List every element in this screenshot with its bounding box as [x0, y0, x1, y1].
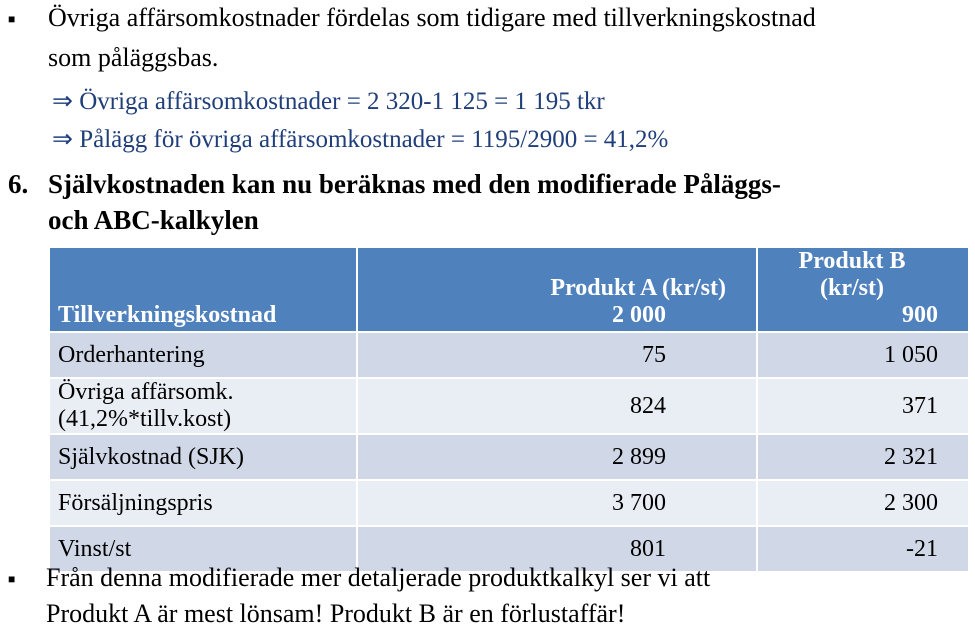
header-label: Tillverkningskostnad — [50, 248, 358, 333]
col-a-title: Produkt A (kr/st) — [550, 275, 726, 301]
col-b-title: Produkt B (kr/st) — [798, 248, 906, 301]
row-label: Övriga affärsomk. (41,2%*tillv.kost) — [50, 378, 358, 435]
bullet-icon: ■ — [8, 12, 16, 26]
bullet2-line2: Produkt A är mest lönsam! Produkt B är e… — [46, 599, 626, 628]
product-b-value: 2 300 — [757, 480, 970, 527]
table-row: Övriga affärsomk. (41,2%*tillv.kost) 824 3… — [50, 378, 970, 435]
cost-table: Tillverkningskostnad Produkt A (kr/st) 2 … — [50, 248, 970, 573]
col-b-value: 900 — [902, 302, 938, 328]
product-b-value: 371 — [757, 378, 970, 435]
table-row: Orderhantering 75 1 050 — [50, 332, 970, 379]
arrow-line-1: ⇒ Övriga affärsomkostnader = 2 320-1 125… — [52, 88, 605, 115]
table-header: Tillverkningskostnad Produkt A (kr/st) 2 … — [50, 248, 970, 333]
product-b-value: 2 321 — [757, 434, 970, 481]
heading-line2: och ABC-kalkylen — [48, 205, 259, 235]
bullet-icon: ■ — [8, 572, 16, 586]
heading-number: 6. — [8, 169, 29, 199]
product-b-value: 1 050 — [757, 332, 970, 379]
header-product-b: Produkt B (kr/st) 900 — [757, 248, 970, 333]
arrow-line-2: ⇒ Pålägg för övriga affärsomkostnader = … — [52, 126, 669, 153]
header-product-a: Produkt A (kr/st) 2 000 — [357, 248, 758, 333]
table-row: Självkostnad (SJK) 2 899 2 321 — [50, 434, 970, 481]
product-a-value: 3 700 — [357, 480, 758, 527]
bullet2-line1: Från denna modifierade mer detaljerade p… — [46, 563, 711, 592]
row-label: Orderhantering — [50, 332, 358, 379]
bullet1-line1: Övriga affärsomkostnader fördelas som ti… — [48, 3, 816, 32]
col-a-value: 2 000 — [612, 302, 666, 328]
heading-line1: Självkostnaden kan nu beräknas med den m… — [48, 169, 781, 199]
row-label: Försäljningspris — [50, 480, 358, 527]
product-a-value: 2 899 — [357, 434, 758, 481]
product-a-value: 75 — [357, 332, 758, 379]
product-b-value: -21 — [757, 526, 970, 573]
bullet1-line2: som påläggsbas. — [48, 43, 219, 72]
row-label: Självkostnad (SJK) — [50, 434, 358, 481]
product-a-value: 824 — [357, 378, 758, 435]
table-row: Försäljningspris 3 700 2 300 — [50, 480, 970, 527]
